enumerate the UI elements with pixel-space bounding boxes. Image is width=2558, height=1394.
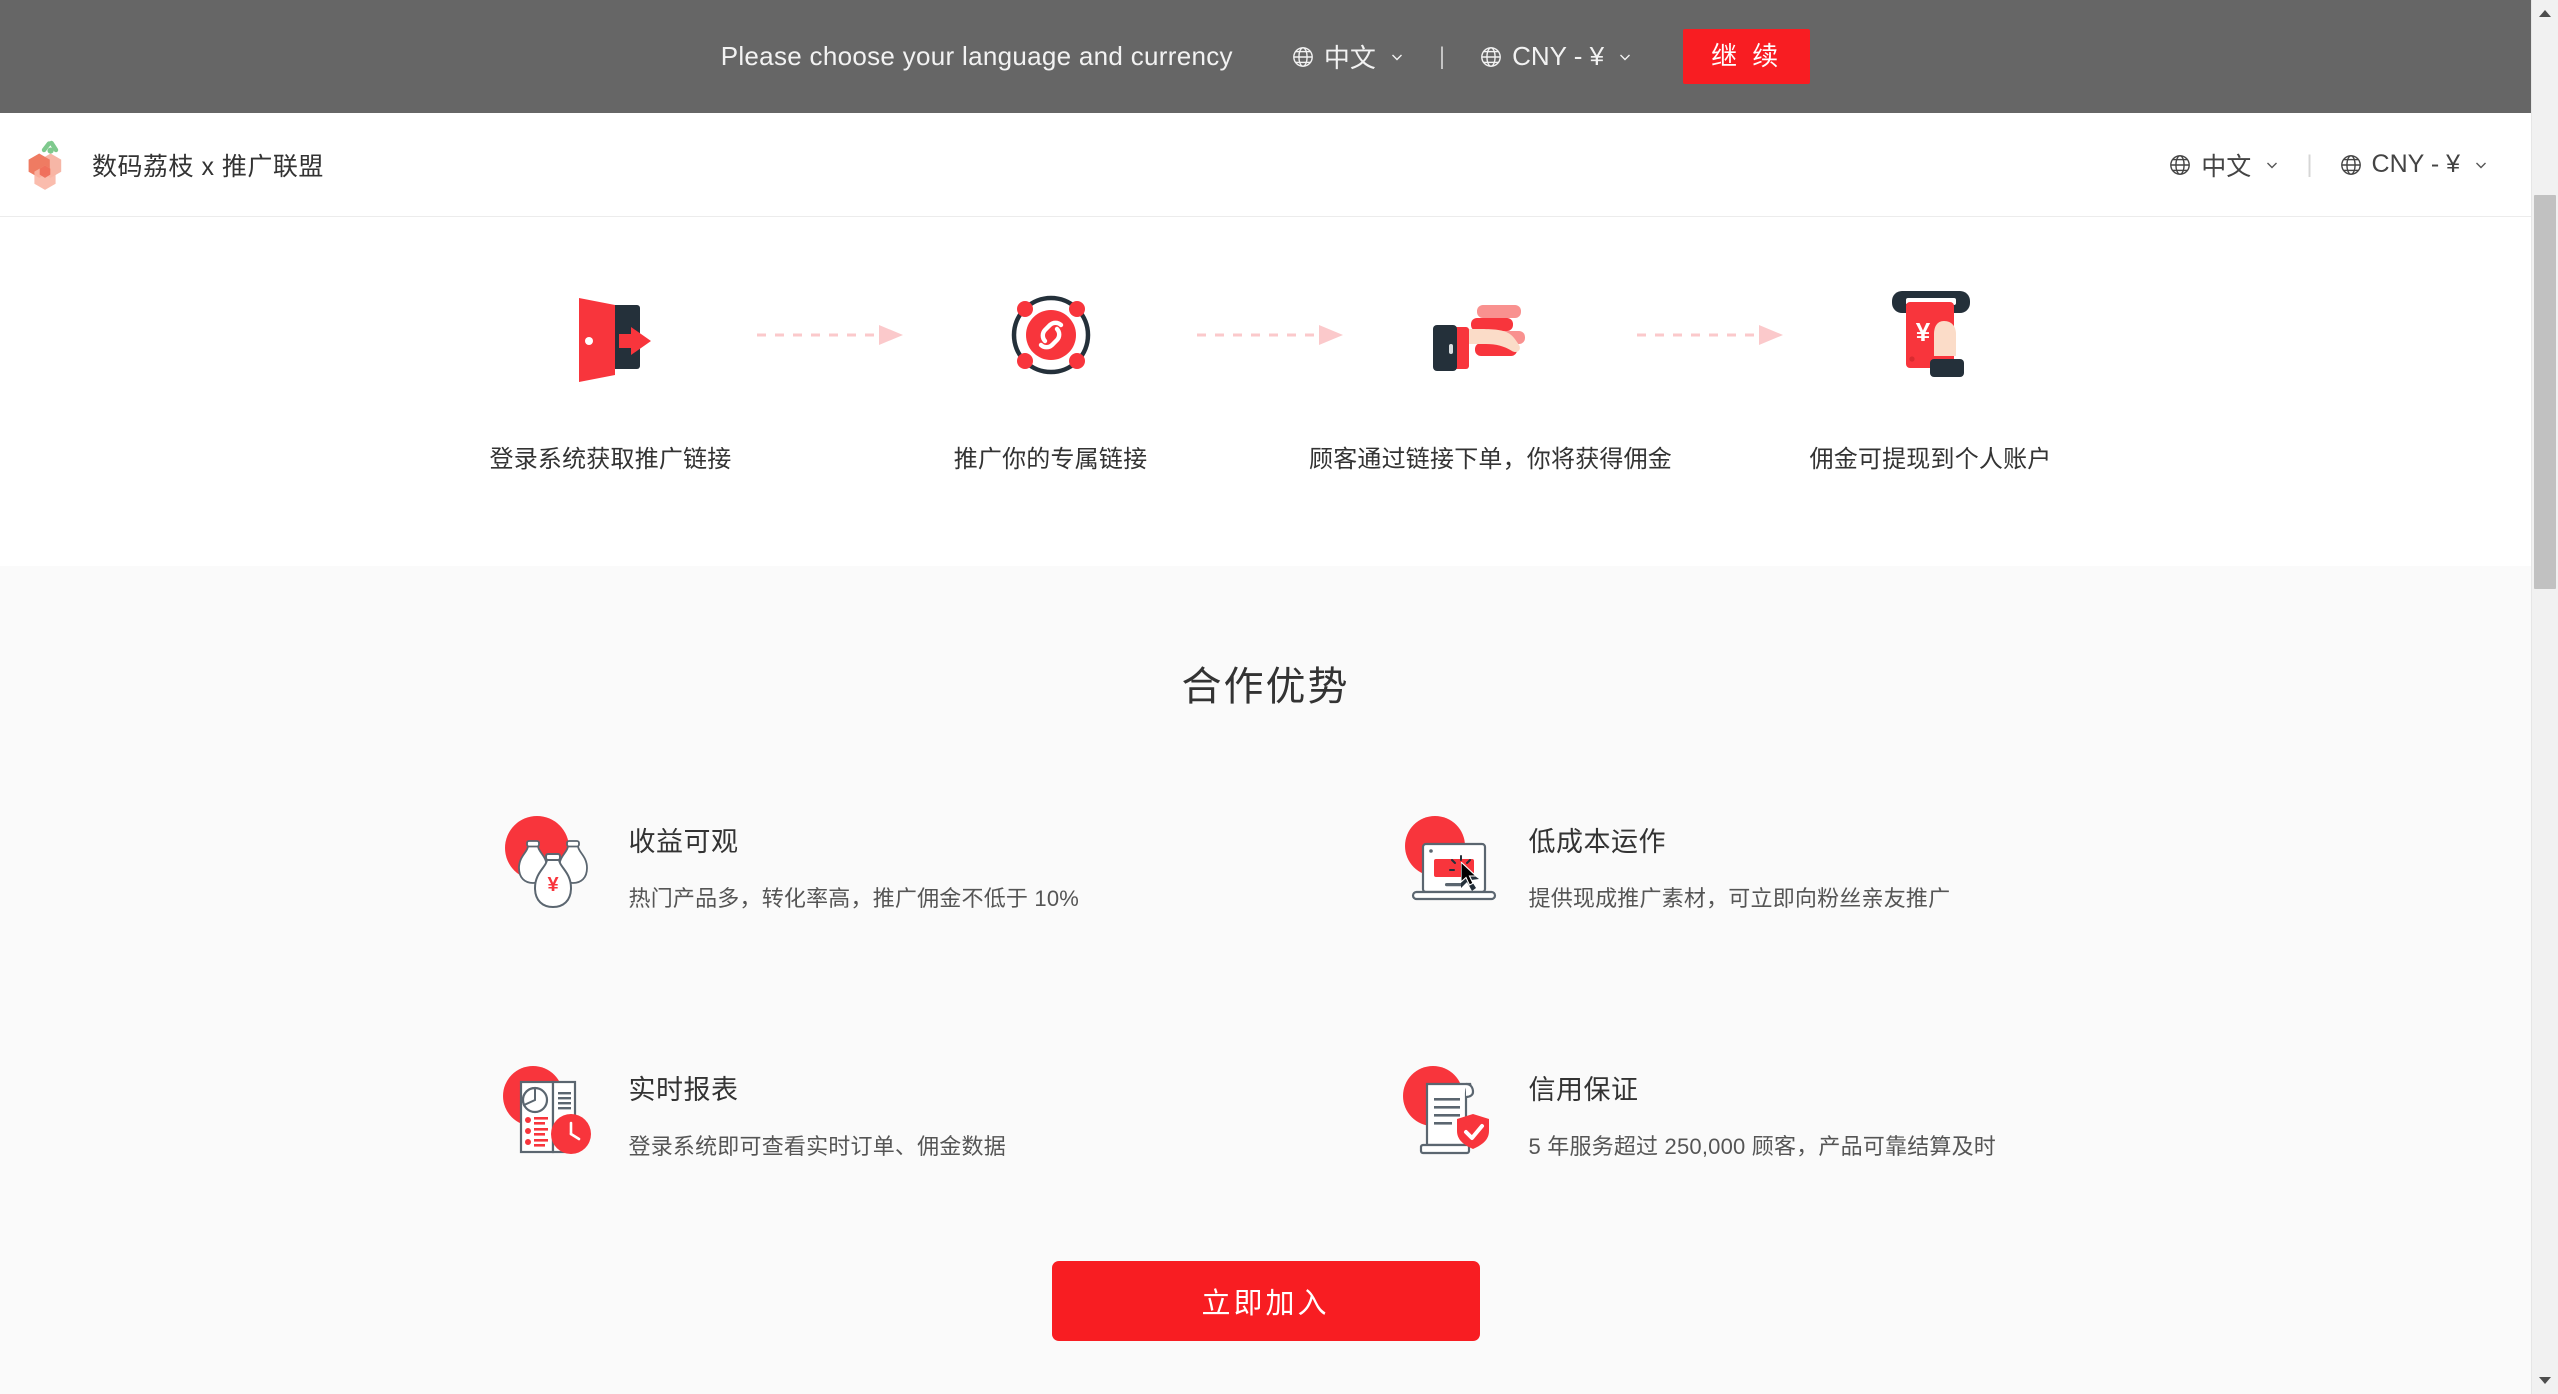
advantage-title: 实时报表 (629, 1068, 1006, 1107)
advantage-card: ¥ 收益可观 热门产品多，转化率高，推广佣金不低于 10% (501, 810, 1401, 913)
laptop-banner-icon (1401, 812, 1499, 908)
lychee-logo-icon (26, 136, 76, 194)
advantage-desc: 登录系统即可查看实时订单、佣金数据 (629, 1129, 1006, 1161)
atm-cash-icon: ¥ (1876, 279, 1986, 391)
globe-icon (1479, 45, 1503, 69)
step-connector-arrow (1173, 279, 1369, 391)
step-item: 顾客通过链接下单，你将获得佣金 (1369, 279, 1613, 474)
brand-name: 数码荔枝 x 推广联盟 (92, 147, 324, 183)
currency-selector-topbar-label: CNY - ¥ (1512, 41, 1604, 72)
currency-selector-header[interactable]: CNY - ¥ (2339, 150, 2489, 179)
topbar-separator: | (1439, 43, 1445, 71)
scroll-down-arrow-icon[interactable] (2532, 1367, 2558, 1394)
report-clock-icon (501, 1060, 599, 1156)
currency-selector-header-label: CNY - ¥ (2372, 150, 2460, 179)
hand-money-icon (1431, 279, 1551, 391)
advantage-text: 低成本运作 提供现成推广素材，可立即向粉丝亲友推广 (1529, 810, 1951, 913)
step-label: 顾客通过链接下单，你将获得佣金 (1309, 439, 1672, 474)
header-separator: | (2306, 151, 2312, 179)
globe-icon (2168, 153, 2192, 177)
step-item: ¥ 佣金可提现到个人账户 (1809, 279, 2053, 474)
advantage-title: 信用保证 (1529, 1068, 1997, 1107)
advantage-title: 低成本运作 (1529, 820, 1951, 859)
how-it-works-section: 登录系统获取推广链接 (0, 217, 2531, 566)
svg-text:¥: ¥ (1915, 317, 1930, 347)
advantage-desc: 提供现成推广素材，可立即向粉丝亲友推广 (1529, 881, 1951, 913)
advantage-text: 信用保证 5 年服务超过 250,000 顾客，产品可靠结算及时 (1529, 1058, 1997, 1161)
scrollbar-thumb[interactable] (2534, 195, 2556, 589)
door-login-icon (559, 279, 663, 391)
language-currency-bar: Please choose your language and currency… (0, 0, 2531, 113)
advantages-section: 合作优势 (0, 566, 2531, 1394)
advantages-grid: ¥ 收益可观 热门产品多，转化率高，推广佣金不低于 10% (501, 810, 2031, 1161)
cta-area: 立即加入 (0, 1161, 2531, 1394)
advantages-title: 合作优势 (0, 654, 2531, 712)
step-connector-arrow (733, 279, 929, 391)
language-bar-prompt: Please choose your language and currency (721, 41, 1233, 72)
advantage-desc: 5 年服务超过 250,000 顾客，产品可靠结算及时 (1529, 1129, 1997, 1161)
advantage-card: 实时报表 登录系统即可查看实时订单、佣金数据 (501, 1058, 1401, 1161)
language-selector-header[interactable]: 中文 (2168, 147, 2280, 183)
certificate-shield-icon (1401, 1060, 1499, 1156)
advantage-card: 低成本运作 提供现成推广素材，可立即向粉丝亲友推广 (1401, 810, 2031, 913)
chevron-down-icon (1617, 49, 1633, 65)
brand-logo-link[interactable]: 数码荔枝 x 推广联盟 (26, 136, 324, 194)
step-item: 推广你的专属链接 (929, 279, 1173, 474)
site-header: 数码荔枝 x 推广联盟 中文 (0, 113, 2531, 217)
globe-icon (1291, 45, 1315, 69)
advantage-card: 信用保证 5 年服务超过 250,000 顾客，产品可靠结算及时 (1401, 1058, 2031, 1161)
step-label: 佣金可提现到个人账户 (1810, 439, 2052, 474)
page-content: Please choose your language and currency… (0, 0, 2531, 1394)
globe-icon (2339, 153, 2363, 177)
step-item: 登录系统获取推广链接 (489, 279, 733, 474)
advantage-title: 收益可观 (629, 820, 1080, 859)
money-bags-icon: ¥ (501, 812, 599, 908)
advantage-text: 收益可观 热门产品多，转化率高，推广佣金不低于 10% (629, 810, 1080, 913)
scroll-up-arrow-icon[interactable] (2532, 0, 2558, 27)
step-label: 登录系统获取推广链接 (490, 439, 732, 474)
continue-button[interactable]: 继 续 (1683, 29, 1810, 84)
advantage-desc: 热门产品多，转化率高，推广佣金不低于 10% (629, 881, 1080, 913)
language-selector-header-label: 中文 (2201, 147, 2251, 183)
chevron-down-icon (1389, 49, 1405, 65)
language-selector-topbar-label: 中文 (1324, 38, 1376, 75)
step-connector-arrow (1613, 279, 1809, 391)
header-right-controls: 中文 | (2168, 147, 2489, 183)
link-orbit-icon (999, 279, 1103, 391)
language-selector-topbar[interactable]: 中文 (1291, 38, 1405, 75)
page-scrollbar[interactable] (2531, 0, 2558, 1394)
step-label: 推广你的专属链接 (954, 439, 1148, 474)
join-now-button[interactable]: 立即加入 (1052, 1261, 1480, 1341)
advantage-text: 实时报表 登录系统即可查看实时订单、佣金数据 (629, 1058, 1006, 1161)
currency-selector-topbar[interactable]: CNY - ¥ (1479, 41, 1633, 72)
steps-row: 登录系统获取推广链接 (0, 279, 2531, 474)
svg-text:¥: ¥ (547, 874, 559, 896)
chevron-down-icon (2473, 157, 2489, 173)
chevron-down-icon (2264, 157, 2280, 173)
browser-viewport: Please choose your language and currency… (0, 0, 2558, 1394)
